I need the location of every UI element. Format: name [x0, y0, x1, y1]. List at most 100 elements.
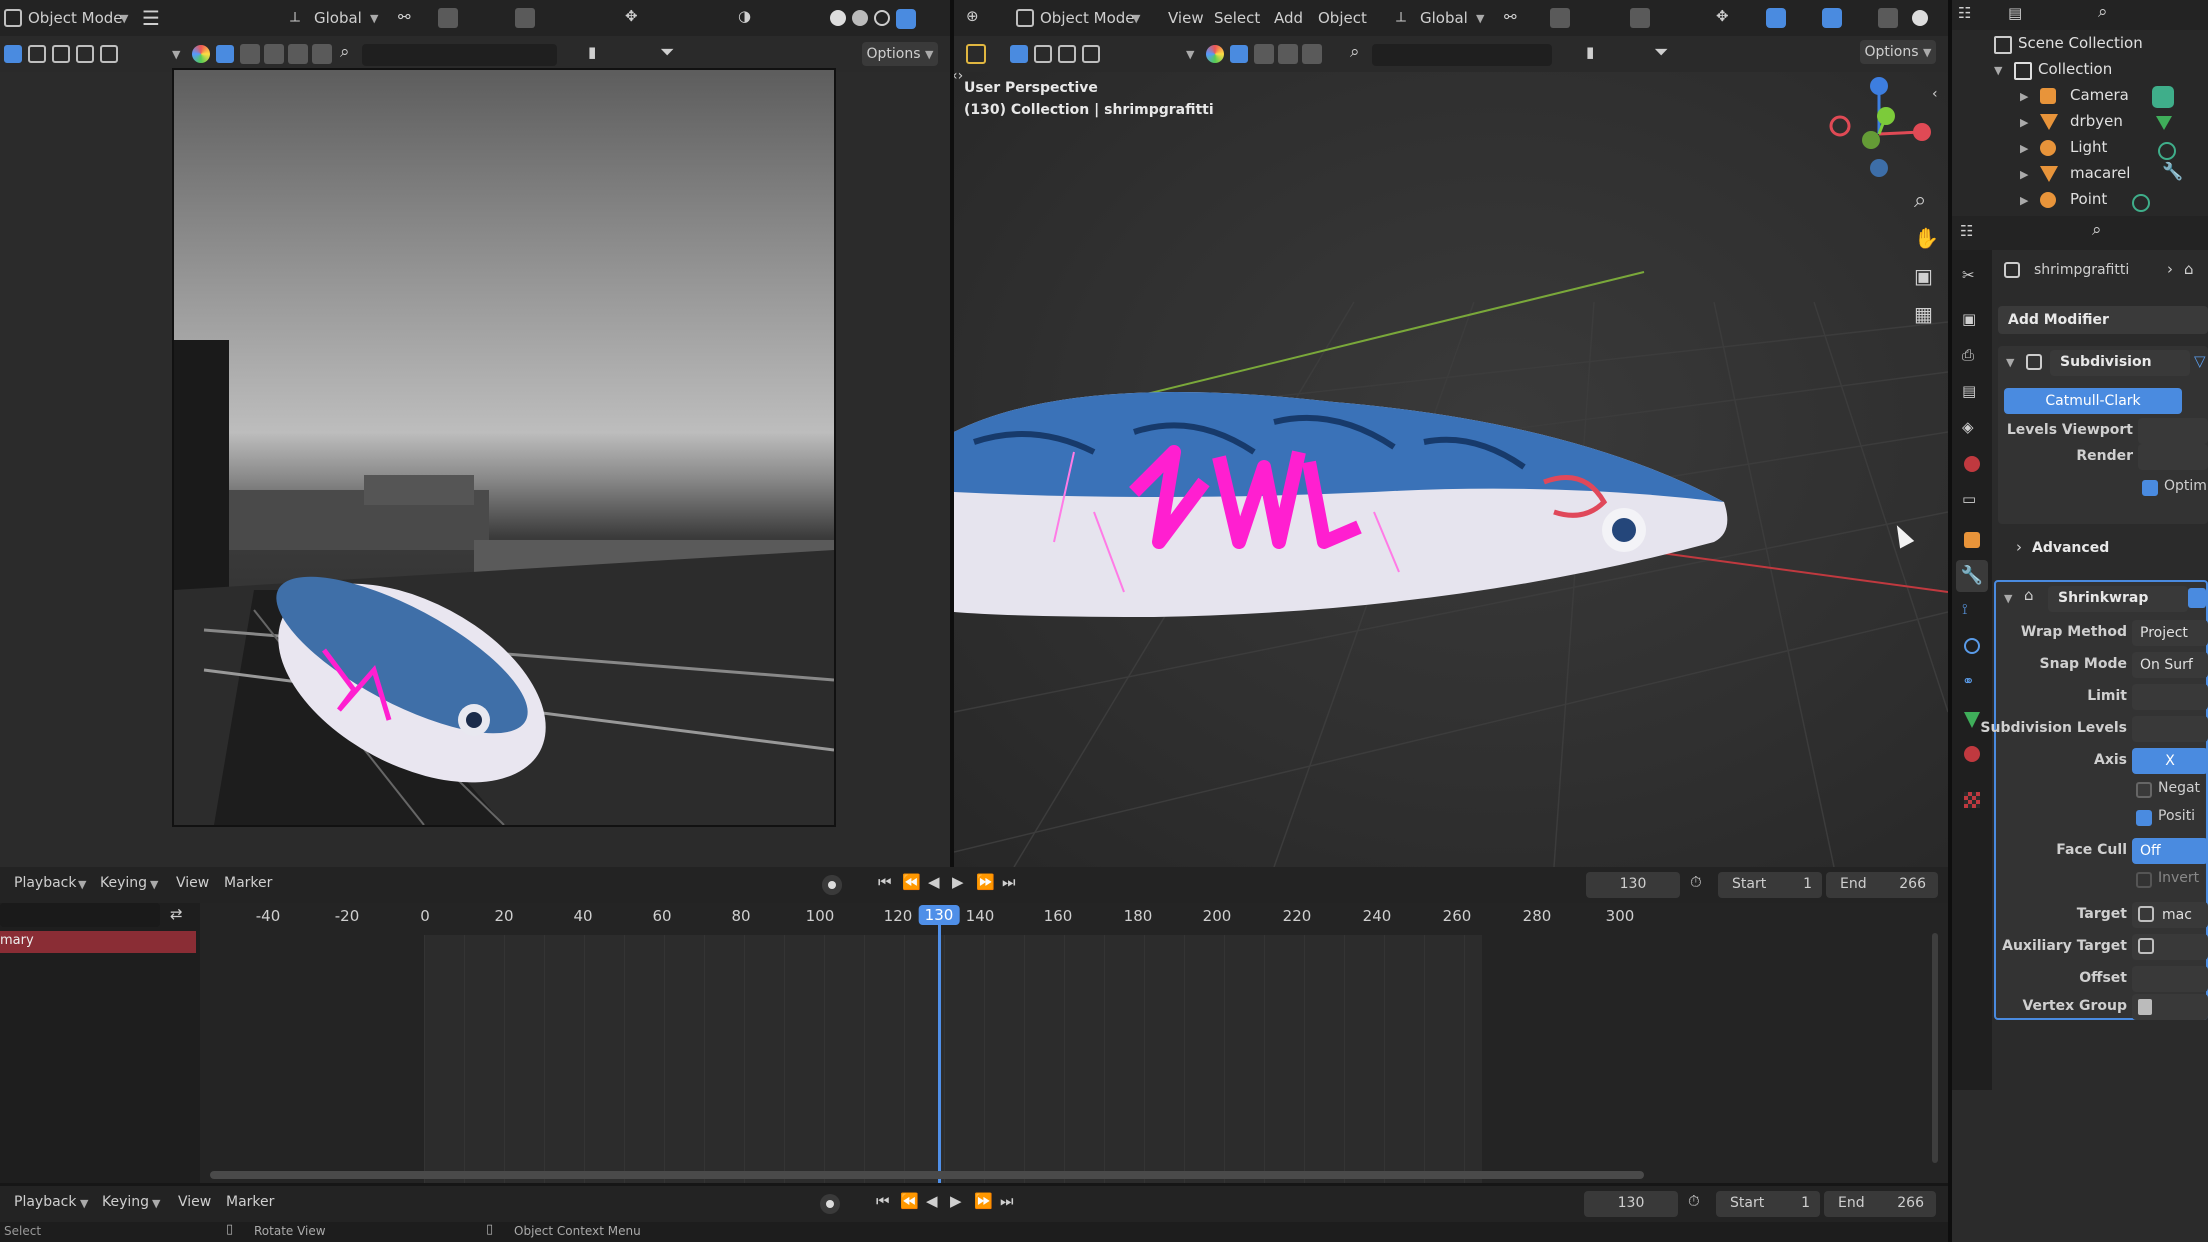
- left-options-dropdown[interactable]: Options ▼: [862, 42, 938, 66]
- limit-field[interactable]: [2132, 684, 2208, 710]
- record-icon[interactable]: [820, 1194, 840, 1214]
- bottom-menu-playback[interactable]: Playback: [14, 1194, 76, 1210]
- viewport-mode-dropdown[interactable]: Object Mode: [1040, 9, 1135, 27]
- subdivision-realtime-icon[interactable]: ▽: [2194, 352, 2206, 370]
- filter-scene-icon[interactable]: [1206, 45, 1224, 63]
- bottom-start-frame-field[interactable]: Start 1: [1716, 1191, 1820, 1217]
- tab-render-icon[interactable]: ▣: [1962, 310, 1976, 328]
- chevron-right-icon[interactable]: ▶: [2020, 90, 2028, 103]
- record-icon[interactable]: [822, 875, 842, 895]
- wrap-method-dropdown[interactable]: Project: [2132, 620, 2208, 646]
- shading-material-icon[interactable]: [852, 10, 868, 26]
- target-field[interactable]: mac: [2132, 902, 2208, 928]
- chevron-right-icon[interactable]: ▶: [2020, 168, 2028, 181]
- chevron-down-icon[interactable]: ▼: [1186, 48, 1194, 61]
- shading-solid-icon[interactable]: [830, 10, 846, 26]
- invert-cull-checkbox[interactable]: [2136, 872, 2152, 888]
- active-tool-icon[interactable]: [966, 44, 986, 64]
- hamburger-menu-icon[interactable]: ☰: [142, 6, 160, 30]
- gizmo-neg-z-icon[interactable]: [1870, 159, 1888, 177]
- jump-end-icon[interactable]: ⏭: [1002, 873, 1016, 891]
- timeline-scrollbar[interactable]: [210, 1171, 1644, 1179]
- current-frame-field[interactable]: 130: [1586, 872, 1680, 898]
- auxiliary-target-field[interactable]: [2132, 934, 2208, 960]
- tab-output-icon[interactable]: ⎙: [1962, 346, 1974, 364]
- search-icon[interactable]: ⌕: [1350, 42, 1360, 62]
- advanced-subpanel[interactable]: › Advanced: [1998, 534, 2208, 564]
- shading-rendered-icon[interactable]: [896, 9, 916, 29]
- bookmark-icon[interactable]: ▮: [588, 43, 596, 61]
- positive-checkbox[interactable]: [2136, 810, 2152, 826]
- start-frame-field[interactable]: Start 1: [1718, 872, 1822, 898]
- menu-view[interactable]: View: [1168, 9, 1204, 27]
- chevron-down-icon[interactable]: ▼: [172, 48, 180, 61]
- gizmo-neg-y-icon[interactable]: [1862, 131, 1880, 149]
- play-reverse-icon[interactable]: ◀: [926, 1192, 938, 1210]
- chevron-down-icon[interactable]: ▼: [1994, 64, 2002, 77]
- select-box-icon[interactable]: [1010, 45, 1028, 63]
- play-icon[interactable]: ▶: [950, 1192, 962, 1210]
- pivot-icon[interactable]: ⚯: [1504, 8, 1517, 26]
- filter-camera-icon[interactable]: [1302, 44, 1322, 64]
- timeline-menu-playback[interactable]: Playback: [14, 875, 76, 891]
- filter-mesh-icon[interactable]: [1254, 44, 1274, 64]
- filter-icon[interactable]: ⏷: [1654, 42, 1668, 63]
- negative-checkbox[interactable]: [2136, 782, 2152, 798]
- snap-mode-dropdown[interactable]: On Surf: [2132, 652, 2208, 678]
- axis-x-toggle[interactable]: X: [2132, 748, 2208, 774]
- gizmo-icon[interactable]: ✥: [1716, 7, 1729, 25]
- expand-sidebar-icon[interactable]: ‹: [1932, 86, 1938, 102]
- filter-object-icon[interactable]: [216, 45, 234, 63]
- pivot-icon[interactable]: ⚯: [398, 8, 411, 26]
- search-icon[interactable]: ⌕: [2092, 220, 2102, 240]
- chevron-down-icon[interactable]: ▼: [2004, 592, 2012, 605]
- render-levels-field[interactable]: [2138, 444, 2208, 470]
- overlay-toggle-icon[interactable]: [1822, 8, 1842, 28]
- filter-mesh-icon[interactable]: [240, 44, 260, 64]
- select-invert-icon[interactable]: [76, 45, 94, 63]
- timeline-menu-marker[interactable]: Marker: [224, 875, 272, 891]
- jump-keyframe-forward-icon[interactable]: ⏩: [976, 873, 995, 891]
- gizmo-x-icon[interactable]: [1913, 123, 1931, 141]
- tab-particles-icon[interactable]: ⟟: [1962, 600, 1968, 618]
- levels-viewport-field[interactable]: [2138, 418, 2208, 444]
- camera-view-icon[interactable]: ▣: [1914, 264, 1933, 288]
- viewport-search-field[interactable]: [1372, 44, 1552, 66]
- outliner-display-mode-icon[interactable]: ▤: [2008, 4, 2022, 22]
- zoom-icon[interactable]: ⌕: [1914, 188, 1926, 213]
- snap-icon[interactable]: [438, 8, 458, 28]
- timeline-vertical-scrollbar[interactable]: [1932, 933, 1938, 1163]
- gizmo-icon[interactable]: ✥: [625, 7, 638, 25]
- left-mode-dropdown[interactable]: Object Mode: [28, 9, 123, 27]
- timeline-playhead-line[interactable]: [938, 923, 941, 1183]
- tab-texture-icon[interactable]: [1964, 792, 1980, 808]
- perspective-toggle-icon[interactable]: ▦: [1914, 302, 1933, 326]
- select-subtract-icon[interactable]: [1058, 45, 1076, 63]
- viewport-3d[interactable]: User Perspective (130) Collection | shri…: [954, 72, 1948, 867]
- chevron-right-icon[interactable]: ▶: [2020, 116, 2028, 129]
- editor-type-icon[interactable]: ⊕: [966, 7, 979, 25]
- outliner-editor-type-icon[interactable]: ☷: [1958, 4, 1971, 22]
- bottom-menu-keying[interactable]: Keying: [102, 1194, 149, 1210]
- filter-light-icon[interactable]: [1278, 44, 1298, 64]
- pan-hand-icon[interactable]: ✋: [1914, 226, 1939, 250]
- chevron-right-icon[interactable]: ▶: [2020, 194, 2028, 207]
- select-subtract-icon[interactable]: [52, 45, 70, 63]
- filter-camera-icon[interactable]: [288, 44, 308, 64]
- image-search-field[interactable]: [362, 44, 557, 66]
- jump-keyframe-back-icon[interactable]: ⏪: [902, 873, 921, 891]
- properties-editor-type-icon[interactable]: ☷: [1960, 222, 1973, 240]
- tab-object-icon[interactable]: [1964, 532, 1980, 548]
- viewport-options-dropdown[interactable]: Options ▼: [1860, 40, 1936, 64]
- tab-physics-icon[interactable]: [1964, 638, 1980, 654]
- bottom-end-frame-field[interactable]: End 266: [1824, 1191, 1936, 1217]
- select-invert-icon[interactable]: [1082, 45, 1100, 63]
- chevron-right-icon[interactable]: ▶: [2020, 142, 2028, 155]
- shrinkwrap-name-field[interactable]: Shrinkwrap: [2048, 586, 2188, 612]
- current-frame-marker[interactable]: 130: [918, 905, 960, 925]
- filter-object-icon[interactable]: [1230, 45, 1248, 63]
- shrinkwrap-realtime-icon[interactable]: [2188, 588, 2206, 608]
- xray-icon[interactable]: [1878, 8, 1898, 28]
- tab-tool-icon[interactable]: ✂: [1962, 266, 1975, 284]
- filter-other-icon[interactable]: [312, 44, 332, 64]
